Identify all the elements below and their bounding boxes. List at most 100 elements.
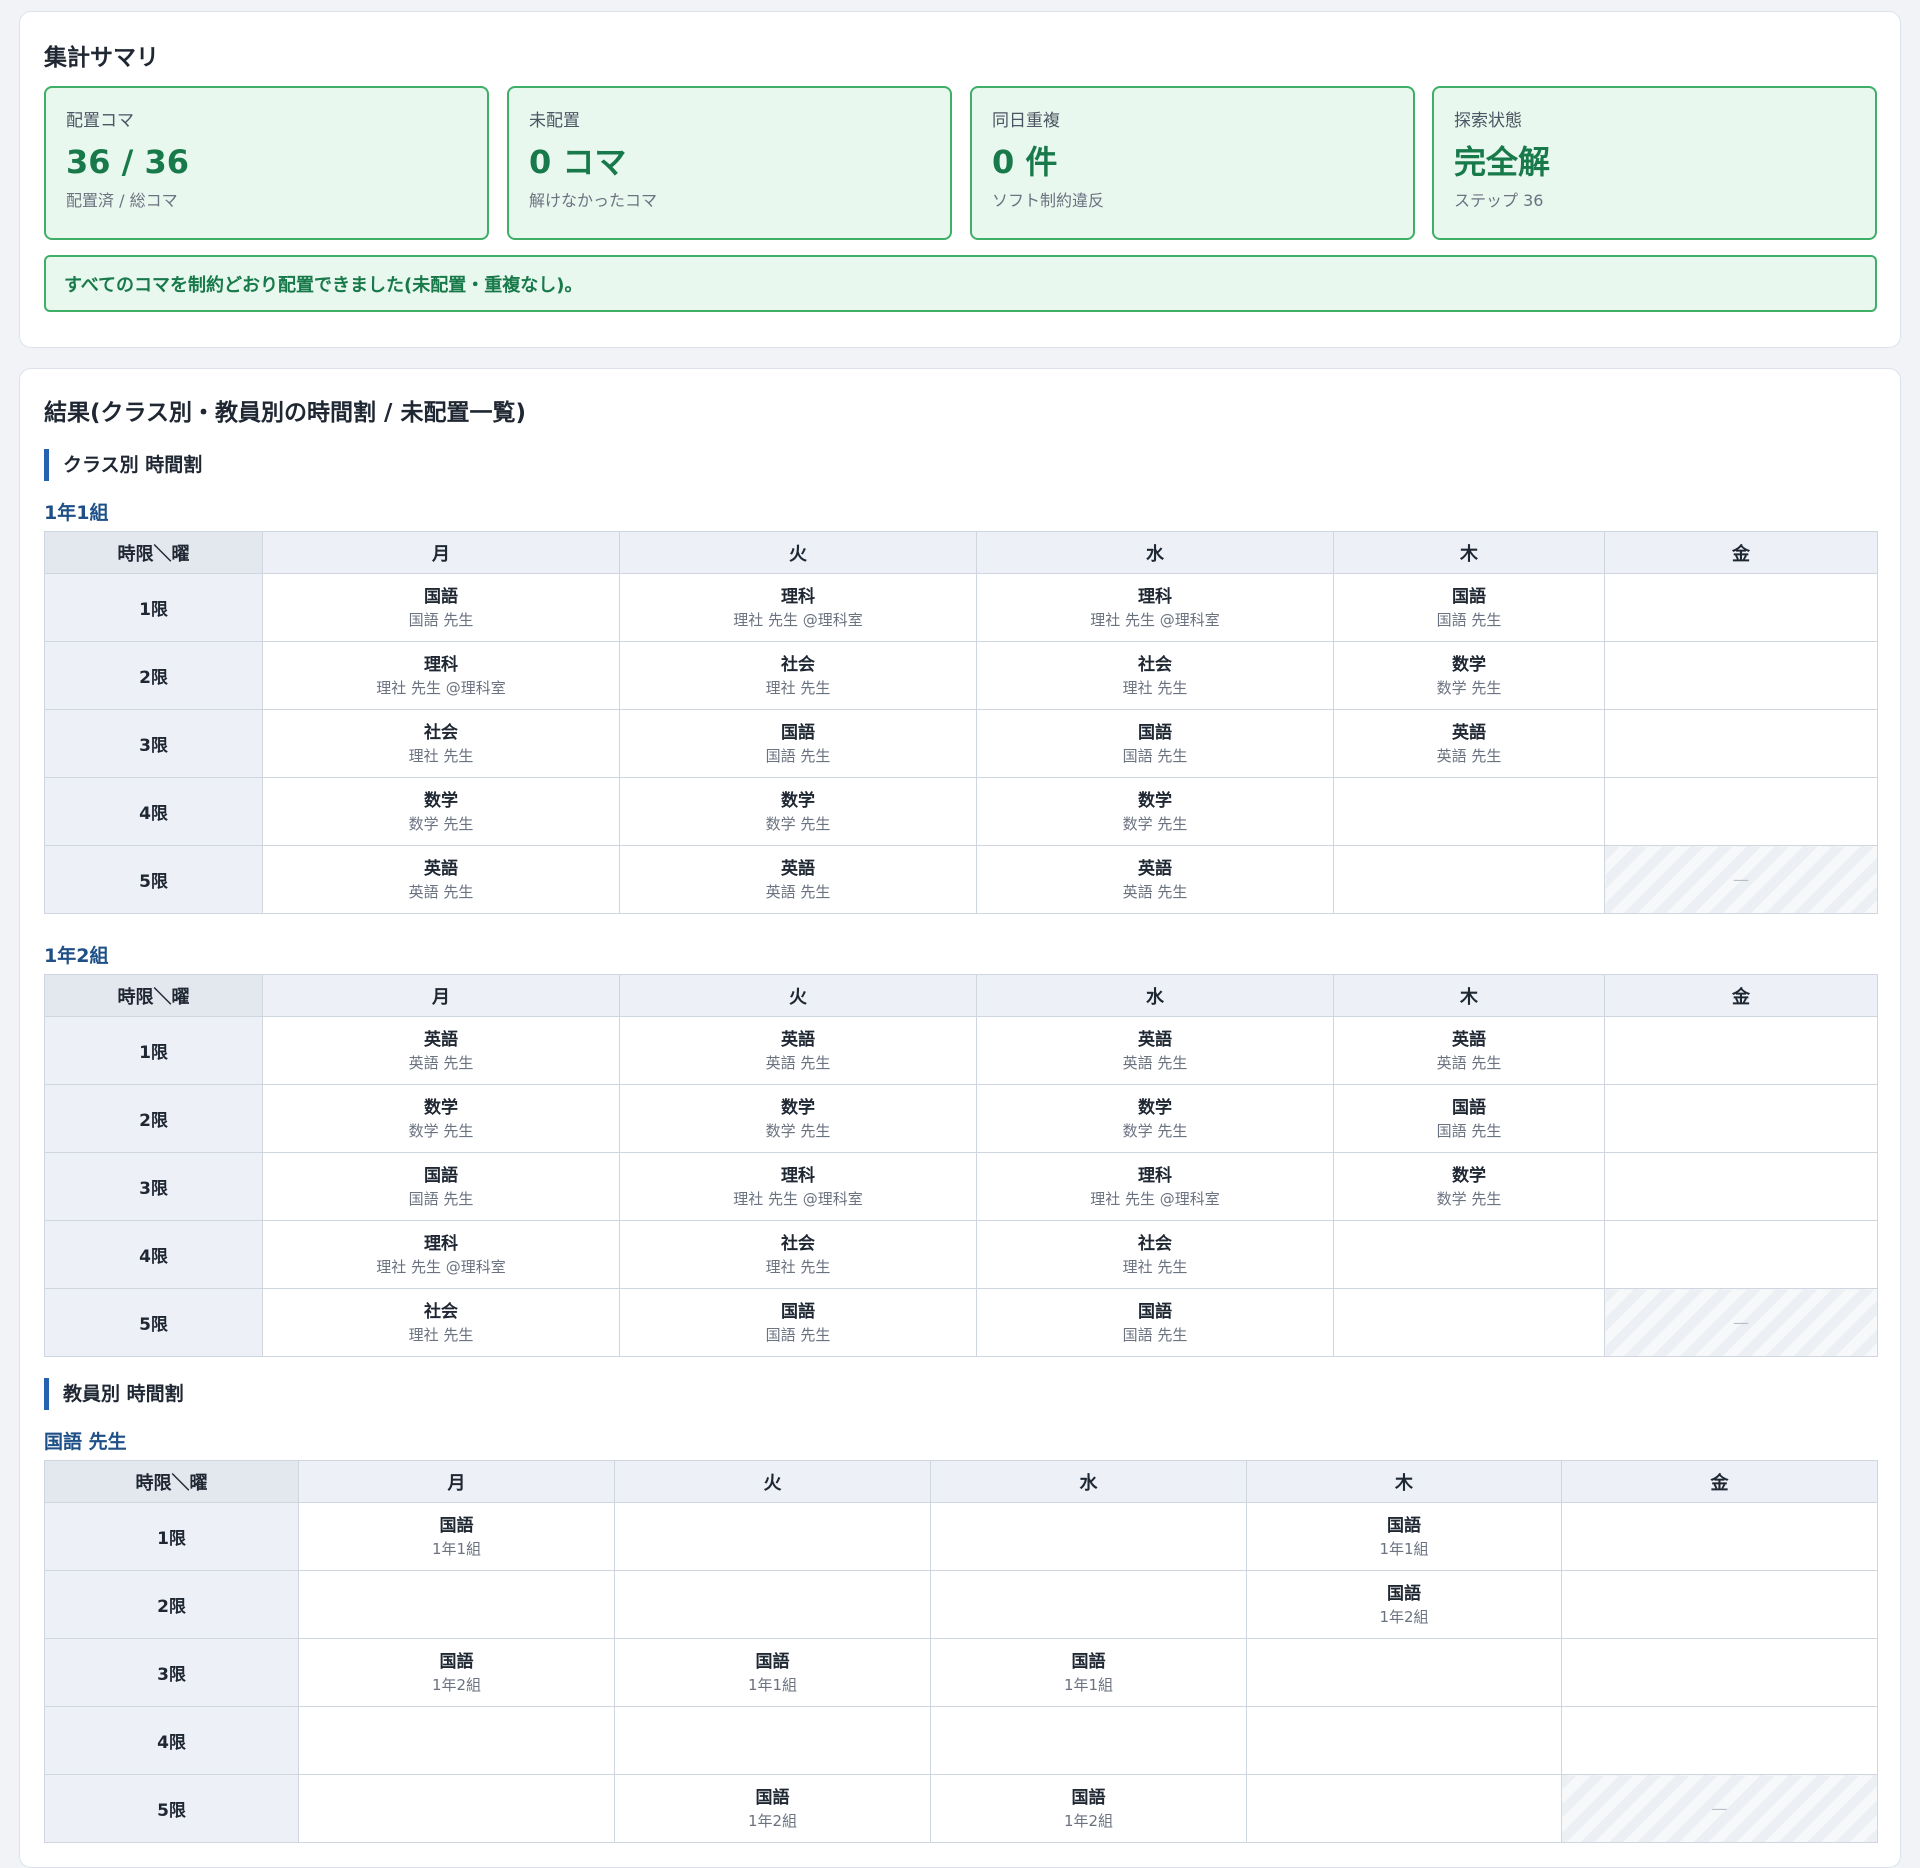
lesson-cell[interactable]: 国語 1年1組: [614, 1638, 931, 1707]
period-row: 4限: [44, 1706, 1878, 1775]
empty-slot[interactable]: [1604, 573, 1878, 642]
empty-slot[interactable]: [1561, 1570, 1878, 1639]
empty-slot[interactable]: [614, 1570, 931, 1639]
period-row: 5限 国語 1年2組 国語 1年2組 —: [44, 1774, 1878, 1843]
empty-slot[interactable]: [298, 1774, 615, 1843]
lesson-teacher: 数学 先生: [1122, 1121, 1188, 1140]
period-header: 2限: [44, 1084, 263, 1153]
lesson-cell[interactable]: 国語 1年1組: [930, 1638, 1247, 1707]
empty-slot[interactable]: [1333, 1220, 1605, 1289]
lesson-cell[interactable]: 英語 英語 先生: [262, 845, 620, 914]
empty-slot[interactable]: [1604, 1152, 1878, 1221]
lesson-cell[interactable]: 国語 1年2組: [930, 1774, 1247, 1843]
empty-slot[interactable]: [1604, 1084, 1878, 1153]
lesson-cell[interactable]: 社会 理社 先生: [976, 1220, 1334, 1289]
lesson-subject: 社会: [424, 1301, 458, 1322]
lesson-teacher: 数学 先生: [765, 1121, 831, 1140]
empty-slot[interactable]: [1333, 845, 1605, 914]
lesson-cell[interactable]: 国語 国語 先生: [976, 1288, 1334, 1357]
empty-slot[interactable]: [930, 1706, 1247, 1775]
empty-slot[interactable]: [1561, 1706, 1878, 1775]
lesson-cell[interactable]: 数学 数学 先生: [262, 777, 620, 846]
day-header: 水: [930, 1460, 1247, 1503]
lesson-teacher: 数学 先生: [408, 814, 474, 833]
empty-slot[interactable]: [1561, 1502, 1878, 1571]
empty-slot[interactable]: [1246, 1638, 1562, 1707]
lesson-cell[interactable]: 英語 英語 先生: [976, 845, 1334, 914]
success-notice: すべてのコマを制約どおり配置できました(未配置・重複なし)。: [44, 255, 1877, 312]
lesson-teacher: 理社 先生 @理科室: [733, 1189, 863, 1208]
lesson-teacher: 理社 先生: [765, 678, 831, 697]
lesson-cell[interactable]: 社会 理社 先生: [262, 1288, 620, 1357]
lesson-cell[interactable]: 数学 数学 先生: [619, 777, 977, 846]
lesson-cell[interactable]: 英語 英語 先生: [262, 1016, 620, 1085]
lesson-subject: 理科: [781, 586, 815, 607]
lesson-cell[interactable]: 国語 国語 先生: [976, 709, 1334, 778]
lesson-cell[interactable]: 社会 理社 先生: [976, 641, 1334, 710]
lesson-class: 1年1組: [431, 1539, 482, 1558]
empty-slot[interactable]: [930, 1570, 1247, 1639]
lesson-cell[interactable]: 数学 数学 先生: [1333, 1152, 1605, 1221]
empty-slot[interactable]: [1246, 1774, 1562, 1843]
lesson-cell[interactable]: 国語 国語 先生: [1333, 573, 1605, 642]
lesson-cell[interactable]: 社会 理社 先生: [619, 1220, 977, 1289]
lesson-subject: 理科: [1138, 1165, 1172, 1186]
empty-slot[interactable]: [1604, 777, 1878, 846]
empty-slot[interactable]: [298, 1706, 615, 1775]
lesson-cell[interactable]: 国語 1年1組: [298, 1502, 615, 1571]
lesson-cell[interactable]: 国語 国語 先生: [1333, 1084, 1605, 1153]
empty-slot[interactable]: [1246, 1706, 1562, 1775]
period-header: 2限: [44, 1570, 299, 1639]
lesson-cell[interactable]: 英語 英語 先生: [976, 1016, 1334, 1085]
lesson-cell[interactable]: 英語 英語 先生: [619, 845, 977, 914]
empty-slot[interactable]: [1561, 1638, 1878, 1707]
lesson-cell[interactable]: 数学 数学 先生: [619, 1084, 977, 1153]
lesson-cell[interactable]: 理科 理社 先生 @理科室: [262, 641, 620, 710]
lesson-cell[interactable]: 社会 理社 先生: [619, 641, 977, 710]
empty-slot[interactable]: [1604, 709, 1878, 778]
period-header: 5限: [44, 1774, 299, 1843]
lesson-cell[interactable]: 数学 数学 先生: [1333, 641, 1605, 710]
class-timetable: 時限＼曜月火水木金 1限 国語 国語 先生 理科 理社 先生 @理科室 理科 理社 先生 @理…: [44, 531, 1878, 914]
empty-slot[interactable]: [1333, 1288, 1605, 1357]
empty-slot[interactable]: [614, 1502, 931, 1571]
lesson-cell[interactable]: 英語 英語 先生: [1333, 1016, 1605, 1085]
lesson-cell[interactable]: 国語 1年1組: [1246, 1502, 1562, 1571]
lesson-cell[interactable]: 国語 国語 先生: [619, 709, 977, 778]
day-header: 水: [976, 531, 1334, 574]
lesson-cell[interactable]: 国語 1年2組: [298, 1638, 615, 1707]
lesson-teacher: 理社 先生 @理科室: [1090, 610, 1220, 629]
lesson-cell[interactable]: 国語 国語 先生: [262, 573, 620, 642]
empty-slot[interactable]: [1604, 1220, 1878, 1289]
lesson-cell[interactable]: 英語 英語 先生: [619, 1016, 977, 1085]
day-header: 木: [1333, 531, 1605, 574]
lesson-cell[interactable]: 数学 数学 先生: [976, 777, 1334, 846]
empty-slot[interactable]: [1333, 777, 1605, 846]
lesson-subject: 国語: [424, 1165, 458, 1186]
period-header: 2限: [44, 641, 263, 710]
lesson-cell[interactable]: 理科 理社 先生 @理科室: [619, 1152, 977, 1221]
period-header: 5限: [44, 845, 263, 914]
lesson-cell[interactable]: 国語 1年2組: [614, 1774, 931, 1843]
lesson-cell[interactable]: 国語 国語 先生: [262, 1152, 620, 1221]
period-row: 2限 国語 1年2組: [44, 1570, 1878, 1639]
empty-slot[interactable]: [1604, 1016, 1878, 1085]
lesson-cell[interactable]: 数学 数学 先生: [262, 1084, 620, 1153]
lesson-cell[interactable]: 理科 理社 先生 @理科室: [619, 573, 977, 642]
lesson-teacher: 国語 先生: [765, 1325, 831, 1344]
lesson-cell[interactable]: 社会 理社 先生: [262, 709, 620, 778]
lesson-cell[interactable]: 数学 数学 先生: [976, 1084, 1334, 1153]
empty-slot[interactable]: [298, 1570, 615, 1639]
empty-slot[interactable]: [930, 1502, 1247, 1571]
lesson-cell[interactable]: 理科 理社 先生 @理科室: [976, 573, 1334, 642]
lesson-cell[interactable]: 国語 国語 先生: [619, 1288, 977, 1357]
lesson-cell[interactable]: 理科 理社 先生 @理科室: [262, 1220, 620, 1289]
day-header: 火: [614, 1460, 931, 1503]
empty-slot[interactable]: [1604, 641, 1878, 710]
lesson-teacher: 国語 先生: [1436, 610, 1502, 629]
lesson-cell[interactable]: 英語 英語 先生: [1333, 709, 1605, 778]
lesson-cell[interactable]: 理科 理社 先生 @理科室: [976, 1152, 1334, 1221]
empty-slot[interactable]: [614, 1706, 931, 1775]
lesson-cell[interactable]: 国語 1年2組: [1246, 1570, 1562, 1639]
day-header: 月: [298, 1460, 615, 1503]
